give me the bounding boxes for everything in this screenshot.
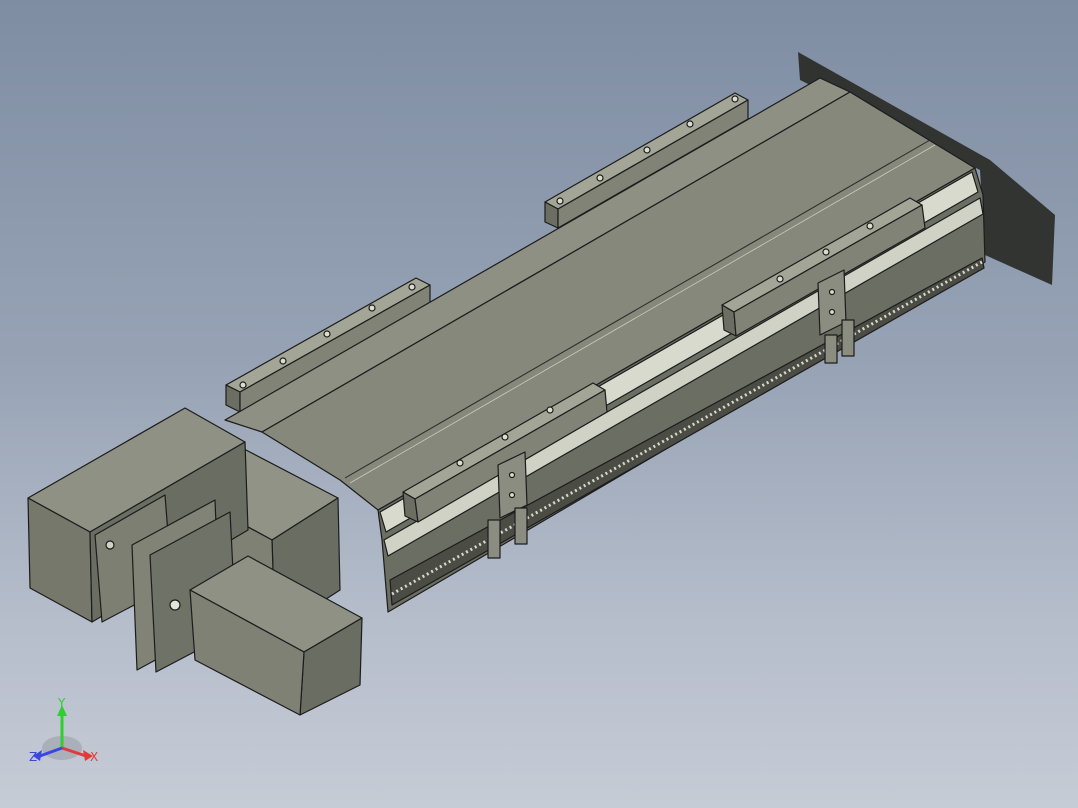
coordinate-triad-icon[interactable] bbox=[33, 705, 93, 761]
axis-label-x: X bbox=[90, 750, 99, 764]
linear-module-model[interactable] bbox=[0, 0, 1078, 808]
axis-label-y: Y bbox=[58, 696, 66, 710]
axis-label-z: Z bbox=[29, 750, 38, 764]
cad-3d-viewport[interactable]: Y Z X bbox=[0, 0, 1078, 808]
